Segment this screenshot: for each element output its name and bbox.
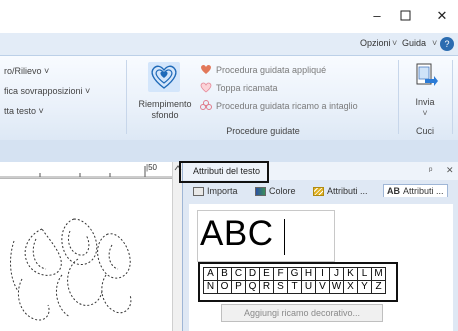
tab-stitch-attributes-label: Attributi ... — [327, 186, 368, 196]
alphabet-grid: ABCDEFGHIJKLM NOPQRSTUVWXYZ — [203, 267, 386, 294]
tab-text-attributes-label: Attributi ... — [403, 186, 444, 196]
heart-outline-icon — [200, 82, 212, 93]
separator — [126, 60, 127, 134]
alphabet-key[interactable]: N — [203, 280, 218, 294]
tab-color[interactable]: Colore — [255, 186, 296, 196]
ruler-label: |50 — [146, 163, 157, 172]
title-bar: – ✕ — [0, 0, 458, 31]
background-fill-icon — [148, 62, 180, 92]
chevron-down-icon: ˅ — [432, 38, 438, 48]
alphabet-key[interactable]: C — [231, 267, 246, 281]
help-icon[interactable]: ? — [440, 37, 454, 51]
close-button[interactable]: ✕ — [434, 8, 450, 24]
alphabet-key[interactable]: E — [259, 267, 274, 281]
wizard-applique[interactable]: Procedura guidata appliqué — [200, 64, 326, 75]
text-caret — [284, 219, 285, 255]
wizard-patch[interactable]: Toppa ricamata — [200, 82, 278, 93]
import-icon — [193, 186, 204, 196]
color-icon — [255, 186, 266, 196]
alphabet-key[interactable]: S — [273, 280, 288, 294]
tab-import-label: Importa — [207, 186, 238, 196]
highlight-box — [179, 161, 269, 183]
flower-icon — [200, 100, 212, 110]
alphabet-key[interactable]: V — [315, 280, 330, 294]
alphabet-key[interactable]: W — [329, 280, 344, 294]
cuci-group-label: Cuci — [415, 126, 434, 136]
text-preview-box[interactable]: ABC — [197, 210, 335, 262]
options-menu[interactable]: Opzioni — [360, 38, 391, 48]
alphabet-key[interactable]: U — [301, 280, 316, 294]
wizard-patch-label: Toppa ricamata — [216, 82, 278, 93]
send-label: Invia — [415, 97, 435, 107]
alphabet-key[interactable]: I — [315, 267, 330, 281]
stitch-attributes-icon — [313, 186, 324, 196]
maximize-icon — [400, 10, 411, 21]
fill-background-label-2: sfondo — [151, 110, 179, 120]
alphabet-key[interactable]: Z — [371, 280, 386, 294]
embroidery-canvas[interactable] — [0, 179, 172, 331]
alphabet-key[interactable]: T — [287, 280, 302, 294]
tab-import[interactable]: Importa — [193, 186, 238, 196]
send-icon — [416, 63, 438, 86]
ribbon-item-emboss[interactable]: ro/Rilievo ˅ — [4, 66, 49, 76]
alphabet-key[interactable]: P — [231, 280, 246, 294]
chevron-down-icon: ˅ — [392, 38, 398, 48]
ribbon-item-text-fit[interactable]: tta testo ˅ — [4, 106, 44, 116]
chevron-down-icon: ˅ — [422, 108, 428, 118]
ribbon: ro/Rilievo ˅ fica sovrapposizioni ˅ tta … — [0, 55, 458, 141]
pane-body: ABC ABCDEFGHIJKLMNOPQRSTUVWXYZ Aggiungi … — [189, 204, 453, 331]
fill-background-label-1: Riempimento — [138, 99, 192, 109]
ribbon-tab-row: Opzioni ˅ Guida ˅ ? — [0, 33, 458, 55]
alphabet-key[interactable]: J — [329, 267, 344, 281]
minimize-button[interactable]: – — [369, 8, 385, 24]
text-attributes-icon: AB — [387, 186, 400, 196]
text-preview: ABC — [200, 214, 274, 253]
alphabet-key[interactable]: G — [287, 267, 302, 281]
alphabet-key[interactable]: X — [343, 280, 358, 294]
guide-menu[interactable]: Guida — [402, 38, 426, 48]
tab-color-label: Colore — [269, 186, 296, 196]
fill-background-button[interactable]: Riempimento sfondo — [130, 58, 200, 124]
alphabet-key[interactable]: K — [343, 267, 358, 281]
alphabet-key[interactable]: F — [273, 267, 288, 281]
alphabet-key[interactable]: M — [371, 267, 386, 281]
add-decorative-embroidery-button[interactable]: Aggiungi ricamo decorativo... — [221, 304, 383, 322]
close-pane-button[interactable]: ✕ — [446, 165, 454, 176]
send-button[interactable]: Invia ˅ — [402, 58, 448, 124]
heart-icon — [201, 65, 211, 74]
alphabet-key[interactable]: R — [259, 280, 274, 294]
separator — [452, 60, 453, 134]
tab-text-attributes[interactable]: AB Attributi ... — [383, 184, 448, 197]
wizard-cutwork[interactable]: Procedura guidata ricamo a intaglio — [200, 100, 358, 112]
alphabet-key[interactable]: B — [217, 267, 232, 281]
monogram-preview — [10, 218, 132, 321]
pane-tab-strip: Importa Colore Attributi ... AB Attribut… — [183, 184, 458, 202]
pane-title-bar: Attributi del testo ᵖ ✕ — [179, 161, 458, 183]
document-tab-strip — [0, 140, 458, 163]
wizards-group-label: Procedure guidate — [226, 126, 300, 136]
wizard-applique-label: Procedura guidata appliqué — [216, 64, 327, 75]
separator — [398, 60, 399, 134]
alphabet-key[interactable]: A — [203, 267, 218, 281]
wizard-cutwork-label: Procedura guidata ricamo a intaglio — [216, 101, 358, 111]
alphabet-key[interactable]: Q — [245, 280, 260, 294]
tab-stitch-attributes[interactable]: Attributi ... — [313, 186, 368, 196]
alphabet-key[interactable]: Y — [357, 280, 372, 294]
alphabet-key[interactable]: L — [357, 267, 372, 281]
alphabet-picker: ABCDEFGHIJKLM NOPQRSTUVWXYZ — [198, 262, 398, 302]
alphabet-key[interactable]: O — [217, 280, 232, 294]
pin-icon[interactable]: ᵖ — [429, 165, 432, 175]
ribbon-item-overlaps[interactable]: fica sovrapposizioni ˅ — [4, 86, 90, 96]
alphabet-key[interactable]: D — [245, 267, 260, 281]
maximize-button[interactable] — [398, 8, 414, 24]
text-attributes-pane: Attributi del testo ᵖ ✕ Importa Colore A… — [179, 161, 458, 331]
horizontal-ruler: |50 — [0, 162, 172, 179]
alphabet-key[interactable]: H — [301, 267, 316, 281]
